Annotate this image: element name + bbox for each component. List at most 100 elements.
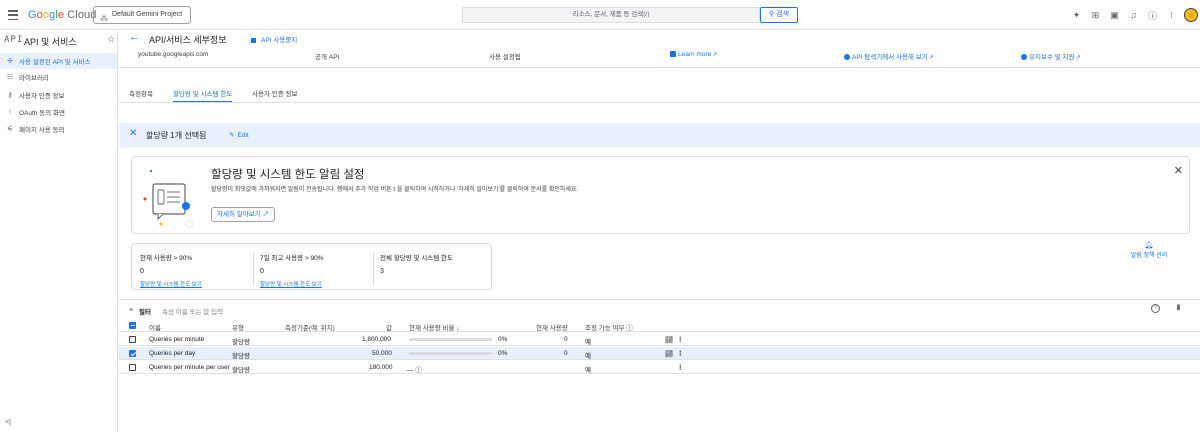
quota-name: Queries per minute per user <box>149 364 230 371</box>
tab-credentials[interactable]: 사용자 인증 정보 <box>252 88 297 103</box>
column-header-type[interactable]: 유형 <box>232 322 244 332</box>
search-input[interactable]: 리소스, 문서, 제품 등 검색(/) <box>462 7 760 23</box>
chart-icon[interactable]: 📈︎ <box>665 336 673 344</box>
row-checkbox[interactable] <box>129 364 136 371</box>
current-usage: 0 <box>564 336 568 343</box>
sidebar-header: API API 및 서비스 ☆ <box>0 31 118 51</box>
sidebar-item-credentials[interactable]: ⚷ 사용자 인증 정보 <box>0 87 117 103</box>
clear-selection-icon[interactable]: ✕ <box>129 128 137 139</box>
stat-total-quotas: 전체 할당량 및 시스템 한도 3 <box>380 252 498 286</box>
support-link[interactable]: 유지보수 및 지원↗ <box>1021 51 1081 61</box>
quota-value: 180,000 <box>369 364 393 371</box>
project-icon: ⁂ <box>100 14 108 23</box>
more-vert-icon: ⁝ <box>393 187 396 193</box>
menu-icon[interactable] <box>8 9 18 21</box>
pencil-icon: ✎ <box>229 132 235 139</box>
table-row[interactable]: Queries per minute 할당량 1,800,000 0% 0 예 … <box>119 333 1200 346</box>
quota-name: Queries per minute <box>149 336 205 343</box>
collapse-sidebar-icon[interactable]: <| <box>5 419 11 426</box>
divider <box>253 252 254 286</box>
table-row[interactable]: Queries per day 할당량 50,000 0% 0 예 📈︎ ⁝ <box>119 347 1200 360</box>
sidebar-item-enabled-apis[interactable]: ✢ 사용 설정된 API 및 서비스 <box>0 53 117 69</box>
usage-summary-card: 현재 사용량 > 90% 0 할당량 및 시스템 한도 보기 7일 최고 사용량… <box>131 243 492 290</box>
tab-metrics[interactable]: 측정항목 <box>129 88 153 103</box>
usage-progress-bar <box>409 352 492 355</box>
more-vert-icon[interactable]: ⁝ <box>679 363 682 372</box>
try-api-explorer-link[interactable]: API 탐색기에서 사용해 보기↗ <box>844 51 934 61</box>
column-header-value[interactable]: 값 <box>386 322 392 332</box>
tab-quotas[interactable]: 할당량 및 시스템 한도 <box>173 88 233 103</box>
stat-label: 현재 사용량 > 90% <box>140 255 193 262</box>
back-arrow-icon[interactable]: ← <box>129 31 140 43</box>
usage-ratio: — ⓘ <box>407 367 422 374</box>
settings-icon: ⚟ <box>6 126 14 133</box>
column-display-icon[interactable]: ⦀ <box>1177 305 1180 313</box>
column-header-usage-ratio[interactable]: 현재 사용량 비율 ↓ <box>409 322 460 332</box>
library-icon: ☷ <box>6 74 14 81</box>
gemini-sparkle-icon[interactable]: ✦ <box>1067 7 1086 23</box>
filter-input[interactable]: 속성 이름 또는 값 입력 <box>162 306 223 316</box>
disable-api-button[interactable]: API 사용중지 <box>251 34 297 44</box>
stat-current-usage: 현재 사용량 > 90% 0 할당량 및 시스템 한도 보기 <box>140 252 258 288</box>
avatar[interactable]: ☺ <box>1184 8 1198 22</box>
learn-more-button[interactable]: 자세히 알아보기 ↗ <box>211 207 275 222</box>
row-checkbox[interactable] <box>129 336 136 343</box>
quota-type: 할당량 <box>232 353 250 360</box>
column-header-usage[interactable]: 현재 사용량 <box>536 322 568 332</box>
chart-icon[interactable]: 📈︎ <box>665 350 673 358</box>
quota-name: Queries per day <box>149 350 196 357</box>
support-icon <box>1021 54 1027 60</box>
help-icon[interactable]: ⓘ <box>626 325 633 332</box>
page-title: API/서비스 세부정보 <box>149 35 227 45</box>
table-row[interactable]: Queries per minute per user 할당량 180,000 … <box>119 361 1200 374</box>
more-vert-icon[interactable]: ⁝ <box>1162 7 1181 23</box>
sidebar-title: API 및 서비스 <box>24 37 77 47</box>
help-icon[interactable]: ⓘ <box>415 367 422 374</box>
help-icon[interactable]: ? <box>1151 304 1160 313</box>
adjustable: 예 <box>585 367 591 374</box>
column-header-dimension[interactable]: 측정기준(예: 위치) <box>285 322 335 332</box>
divider <box>373 252 374 286</box>
stat-value: 3 <box>380 268 384 275</box>
more-vert-icon[interactable]: ⁝ <box>679 335 682 344</box>
help-icon[interactable]: ⓘ <box>1143 7 1162 23</box>
view-quotas-link[interactable]: 할당량 및 시스템 한도 보기 <box>260 280 378 288</box>
api-logo: API <box>4 35 24 45</box>
key-icon: ⚷ <box>7 92 13 99</box>
star-icon[interactable]: ☆ <box>107 34 115 45</box>
stop-icon <box>251 37 256 43</box>
sidebar-item-oauth-consent[interactable]: ⁝ OAuth 동의 화면 <box>0 104 117 120</box>
current-usage: 0 <box>564 350 568 357</box>
close-icon[interactable]: ✕ <box>1174 164 1183 177</box>
stat-value: 0 <box>140 268 144 275</box>
gift-icon[interactable]: ⊞ <box>1086 7 1105 23</box>
edit-button[interactable]: ✎ Edit <box>229 131 249 139</box>
more-vert-icon[interactable]: ⁝ <box>679 349 682 358</box>
learn-more-link[interactable]: Learn more↗ <box>670 51 717 58</box>
column-header-adjustable[interactable]: 조정 가능 여부 ⓘ <box>585 322 633 332</box>
google-cloud-logo[interactable]: Google Cloud <box>28 9 96 21</box>
select-all-checkbox[interactable] <box>129 322 136 329</box>
project-name: Default Gemini Project <box>112 11 183 18</box>
row-checkbox[interactable] <box>129 350 136 357</box>
usage-ratio: 0% <box>498 336 508 343</box>
view-quotas-link[interactable]: 할당량 및 시스템 한도 보기 <box>140 280 258 288</box>
notice-title: 할당량 및 시스템 한도 알림 설정 <box>211 169 365 181</box>
quota-value: 1,800,000 <box>362 336 391 343</box>
sidebar-item-library[interactable]: ☷ 라이브러리 <box>0 69 117 85</box>
external-link-icon: ↗ <box>262 211 269 218</box>
manage-alert-policies-link[interactable]: 🔔︎ 알림 정책 관리 <box>1119 241 1179 259</box>
service-status: 사용 설정됨 <box>489 54 521 61</box>
stat-7day-peak: 7일 최고 사용량 > 90% 0 할당량 및 시스템 한도 보기 <box>260 252 378 288</box>
service-type: 공개 API <box>315 54 340 61</box>
column-header-name[interactable]: 이름 <box>149 322 161 332</box>
terminal-icon[interactable]: ▣ <box>1105 7 1124 23</box>
quota-type: 할당량 <box>232 367 250 374</box>
bell-icon[interactable]: ♫ <box>1124 7 1143 23</box>
sidebar-item-page-usage-agreements[interactable]: ⚟ 페이지 사용 동의 <box>0 121 117 137</box>
search-button[interactable]: ⚲ 검색 <box>760 7 798 23</box>
project-picker-button[interactable]: ⁂ Default Gemini Project <box>93 6 192 24</box>
main-content: ← API/서비스 세부정보 API 사용중지 youtube.googleap… <box>119 31 1200 432</box>
sort-arrow-icon: ↓ <box>456 325 460 332</box>
adjustable: 예 <box>585 353 591 360</box>
